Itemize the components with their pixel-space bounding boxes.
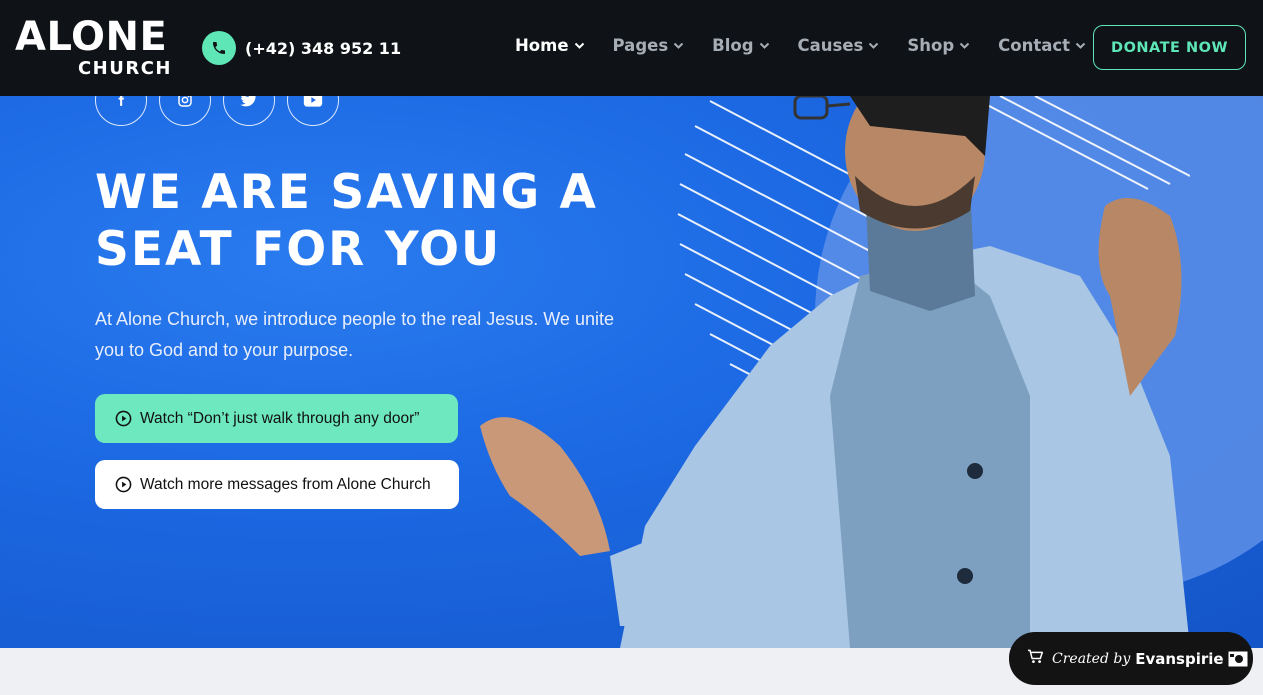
nav-item-causes[interactable]: Causes — [798, 34, 880, 58]
phone-contact[interactable]: (+42) 348 952 11 — [202, 31, 401, 65]
nav-item-label: Contact — [998, 36, 1071, 55]
nav-item-label: Home — [515, 36, 569, 55]
nav-item-contact[interactable]: Contact — [998, 34, 1086, 58]
watch-sermon-button[interactable]: Watch “Don’t just walk through any door” — [95, 394, 458, 443]
chevron-down-icon — [673, 42, 684, 49]
chevron-down-icon — [959, 42, 970, 49]
watch-more-label: Watch more messages from Alone Church — [140, 475, 431, 493]
watch-more-button[interactable]: Watch more messages from Alone Church — [95, 460, 459, 509]
site-header: ALONE CHURCH (+42) 348 952 11 Home Pages… — [0, 0, 1263, 96]
facebook-icon[interactable] — [95, 96, 147, 126]
hero-title: WE ARE SAVING A SEAT FOR YOU — [95, 164, 635, 278]
play-circle-icon — [115, 410, 132, 427]
nav-item-label: Shop — [907, 36, 955, 55]
nav-item-pages[interactable]: Pages — [613, 34, 685, 58]
badge-brand: Evanspirie — [1135, 649, 1224, 668]
chevron-down-icon — [759, 42, 769, 49]
phone-icon — [202, 31, 236, 65]
youtube-icon[interactable] — [287, 96, 339, 126]
hero-title-line-2: SEAT FOR YOU — [95, 222, 502, 277]
watch-sermon-label: Watch “Don’t just walk through any door” — [140, 409, 420, 427]
phone-number: (+42) 348 952 11 — [245, 38, 402, 58]
play-circle-icon — [115, 476, 132, 493]
logo-subtitle: CHURCH — [77, 58, 172, 79]
nav-item-label: Pages — [612, 36, 669, 55]
instagram-icon[interactable] — [159, 96, 211, 126]
nav-item-label: Blog — [712, 36, 754, 55]
hero-subtitle: At Alone Church, we introduce people to … — [95, 309, 614, 360]
twitter-icon[interactable] — [223, 96, 275, 126]
brand-logo-icon — [1228, 651, 1248, 667]
chevron-down-icon — [574, 42, 584, 49]
logo-name: ALONE — [15, 14, 168, 60]
hero-title-line-1: WE ARE SAVING A — [95, 165, 598, 220]
nav-item-blog[interactable]: Blog — [712, 34, 769, 58]
chevron-down-icon — [869, 42, 879, 49]
main-nav: Home Pages Blog Causes Shop Contact — [515, 34, 1114, 58]
nav-item-home[interactable]: Home — [515, 34, 585, 58]
chevron-down-icon — [1075, 42, 1086, 49]
hero-section: WE ARE SAVING A SEAT FOR YOU At Alone Ch… — [0, 96, 1263, 648]
created-by-badge[interactable]: Created by Evanspirie — [1009, 632, 1253, 685]
nav-item-shop[interactable]: Shop — [907, 34, 970, 58]
donate-button[interactable]: DONATE NOW — [1093, 25, 1246, 70]
social-links — [95, 96, 351, 126]
nav-item-label: Causes — [797, 36, 864, 55]
site-logo[interactable]: ALONE CHURCH — [15, 16, 172, 79]
cart-icon — [1027, 649, 1044, 669]
badge-prefix: Created by — [1052, 650, 1131, 667]
